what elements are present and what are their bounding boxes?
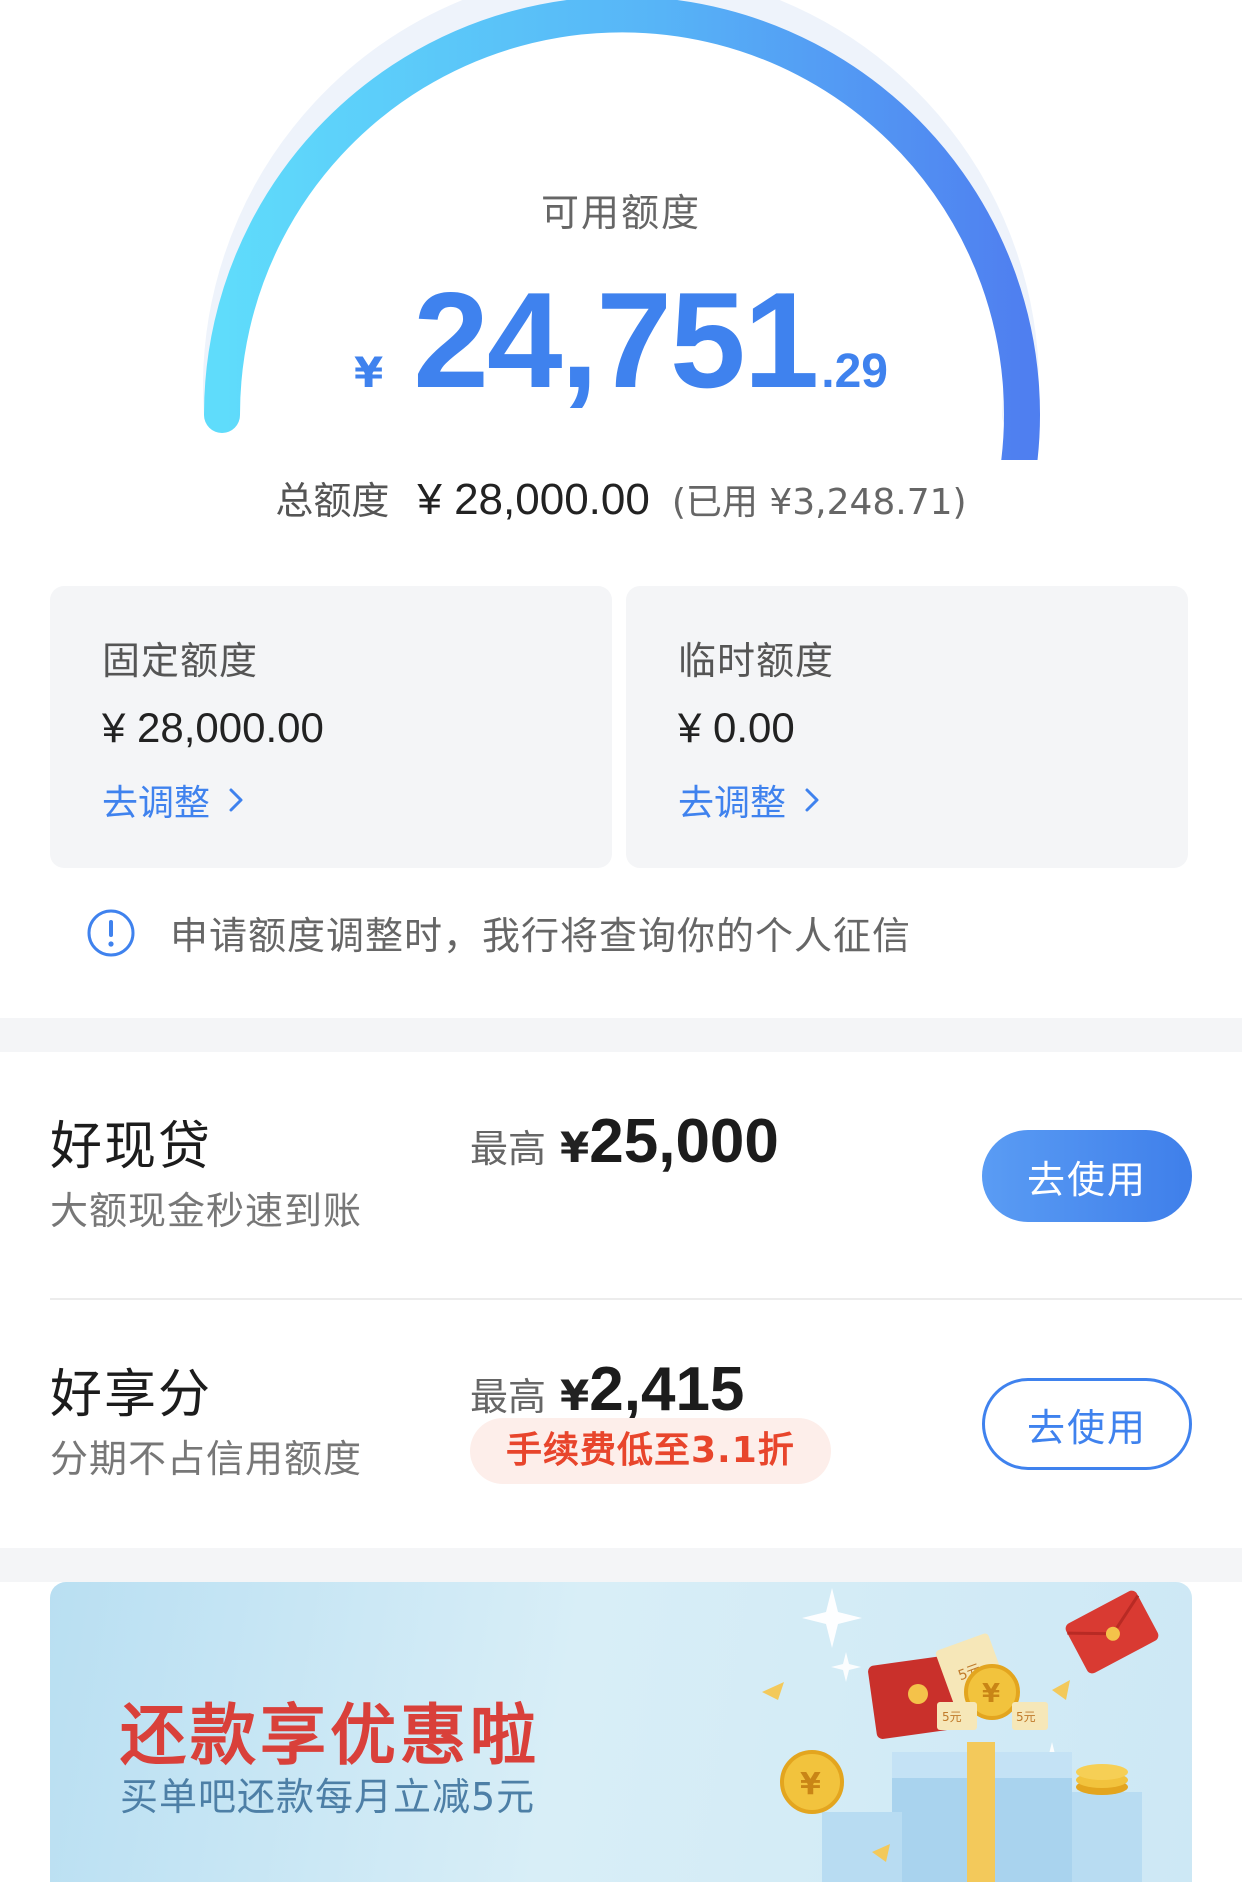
product-description: 大额现金秒速到账 <box>50 1189 363 1233</box>
coupon-label: 5元 <box>942 1710 962 1724</box>
sparkle-icon <box>802 1588 862 1648</box>
max-currency: ¥ <box>560 1123 590 1172</box>
max-label: 最高 <box>470 1127 547 1171</box>
use-installment-button[interactable]: 去使用 <box>982 1378 1192 1470</box>
red-envelope-icon <box>1065 1590 1159 1674</box>
currency-symbol: ¥ <box>354 348 384 397</box>
banner-subtitle: 买单吧还款每月立减5元 <box>120 1775 536 1819</box>
fixed-quota-title: 固定额度 <box>102 639 259 683</box>
temporary-quota-card: 临时额度 ¥ 0.00 去调整 <box>626 586 1188 868</box>
max-value: 2,415 <box>589 1355 745 1424</box>
svg-text:¥: ¥ <box>982 1679 1000 1709</box>
credit-overview: 可用额度 ¥24,751.29 总额度 ¥ 28,000.00 (已用 ¥3,248… <box>0 0 1242 1018</box>
chevron-right-icon <box>805 788 819 812</box>
coin-stack-icon <box>1076 1764 1128 1795</box>
adjust-temporary-quota-link[interactable]: 去调整 <box>678 774 824 826</box>
small-box <box>1072 1792 1142 1882</box>
max-label: 最高 <box>470 1375 547 1419</box>
product-max-amount: 最高 ¥2,415 <box>470 1354 744 1425</box>
fee-discount-badge: 手续费低至3.1折 <box>470 1418 831 1484</box>
confetti <box>762 1682 784 1700</box>
small-box <box>822 1812 902 1882</box>
temporary-quota-value: ¥ 0.00 <box>678 704 795 751</box>
coin-icon: ¥ <box>780 1750 844 1814</box>
credit-check-notice: 申请额度调整时，我行将查询你的个人征信 <box>86 905 911 960</box>
info-icon <box>87 909 135 956</box>
coupon-label: 5元 <box>1016 1710 1036 1724</box>
product-name: 好享分 <box>50 1365 213 1425</box>
total-credit-label: 总额度 <box>275 479 390 523</box>
chevron-right-icon <box>229 788 243 812</box>
max-value: 25,000 <box>589 1107 779 1176</box>
available-decimal: .29 <box>821 345 888 398</box>
product-installment: 好享分 分期不占信用额度 最高 ¥2,415 手续费低至3.1折 去使用 <box>0 1300 1242 1548</box>
adjust-link-label: 去调整 <box>102 783 211 824</box>
use-cash-loan-button[interactable]: 去使用 <box>982 1130 1192 1222</box>
fixed-quota-card: 固定额度 ¥ 28,000.00 去调整 <box>50 586 612 868</box>
sparkle-icon <box>831 1652 861 1682</box>
total-credit-value: ¥ 28,000.00 <box>417 475 650 524</box>
product-cash-loan: 好现贷 大额现金秒速到账 最高 ¥25,000 去使用 <box>0 1052 1242 1300</box>
available-integer: 24,751 <box>413 264 819 416</box>
total-credit-line: 总额度 ¥ 28,000.00 (已用 ¥3,248.71) <box>0 470 1242 525</box>
adjust-link-label: 去调整 <box>678 783 787 824</box>
available-credit-amount: ¥24,751.29 <box>0 262 1242 418</box>
adjust-fixed-quota-link[interactable]: 去调整 <box>102 774 248 826</box>
available-credit-label: 可用额度 <box>540 191 701 235</box>
notice-text: 申请额度调整时，我行将查询你的个人征信 <box>170 914 912 958</box>
section-divider <box>0 1548 1242 1582</box>
max-currency: ¥ <box>560 1371 590 1420</box>
product-name: 好现贷 <box>50 1117 213 1177</box>
temporary-quota-title: 临时额度 <box>678 639 835 683</box>
product-description: 分期不占信用额度 <box>50 1437 363 1481</box>
used-credit: (已用 ¥3,248.71) <box>671 482 967 523</box>
gift-box-illustration: 5元 ¥ 5元 5元 ¥ <box>762 1588 1159 1882</box>
svg-text:¥: ¥ <box>800 1767 821 1802</box>
repayment-promo-banner[interactable]: 还款享优惠啦 买单吧还款每月立减5元 5元 ¥ 5元 5元 ¥ <box>50 1582 1192 1882</box>
product-max-amount: 最高 ¥25,000 <box>470 1106 779 1177</box>
confetti <box>1052 1680 1070 1700</box>
fixed-quota-value: ¥ 28,000.00 <box>102 704 324 751</box>
banner-title: 还款享优惠啦 <box>120 1697 540 1774</box>
section-divider <box>0 1018 1242 1052</box>
